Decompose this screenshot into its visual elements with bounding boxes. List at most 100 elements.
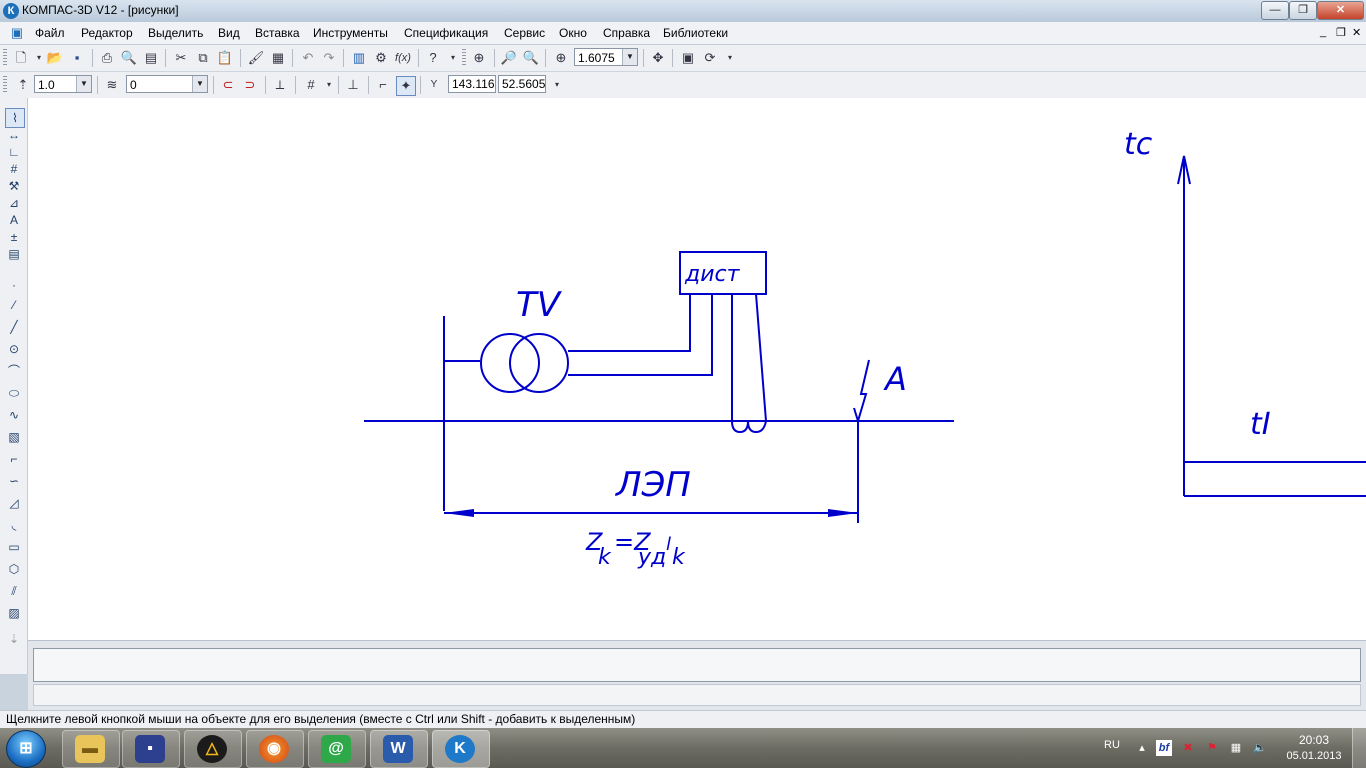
taskbar-firefox[interactable]: ◉ [246, 730, 304, 768]
equidistant-tool-icon[interactable]: ⫽ [5, 582, 23, 600]
menu-tools[interactable]: Инструменты [313, 26, 388, 40]
save-icon[interactable]: ▪ [68, 49, 86, 67]
drawing-canvas[interactable]: TV дист A ЛЭП Z k =Z уд l k tc tI [28, 98, 1366, 640]
more-tools-icon[interactable]: ⇣ [5, 630, 23, 648]
pan-icon[interactable]: ✥ [649, 49, 667, 67]
chevron-down-icon[interactable]: ▼ [622, 49, 637, 65]
rectangle-tool-icon[interactable]: ▭ [5, 538, 23, 556]
refresh-icon[interactable]: ▣ [679, 49, 697, 67]
toolbar-overflow-icon-2[interactable]: ▾ [721, 49, 739, 67]
print-setup-icon[interactable]: ▤ [142, 49, 160, 67]
auxiliary-line-icon[interactable]: ⁄ [5, 296, 23, 314]
ortho-icon[interactable]: ⟂ [271, 76, 289, 94]
segment-tool-icon[interactable]: ╱ [5, 318, 23, 336]
cut-icon[interactable]: ✂ [172, 49, 190, 67]
menu-file[interactable]: Файл [35, 26, 65, 40]
layer-combo[interactable]: 0 ▼ [126, 75, 208, 93]
toolbar-grip-3[interactable] [3, 76, 7, 94]
print-preview-icon[interactable]: 🔍 [120, 49, 138, 67]
start-button[interactable]: ⊞ [6, 730, 46, 768]
properties-bar-secondary[interactable] [33, 684, 1361, 706]
doc-close-button[interactable]: ✕ [1352, 26, 1361, 39]
menu-editor[interactable]: Редактор [81, 26, 133, 40]
new-document-icon[interactable]: 🗋 [12, 49, 30, 67]
open-icon[interactable]: 📂 [46, 49, 64, 67]
language-indicator[interactable]: RU [1104, 739, 1120, 751]
redo-icon[interactable]: ↷ [320, 49, 338, 67]
bezier-tool-icon[interactable]: ∽ [5, 472, 23, 490]
parametric-mode-icon[interactable]: ✦ [396, 76, 416, 96]
layer-icon[interactable]: ≋ [103, 76, 121, 94]
libraries-icon[interactable]: ⚙ [372, 49, 390, 67]
circle-tool-icon[interactable]: ⊙ [5, 340, 23, 358]
fillet-tool-icon[interactable]: ◟ [5, 516, 23, 534]
properties-bar[interactable] [33, 648, 1361, 682]
spec-tool-icon[interactable]: ± [5, 228, 23, 246]
doc-restore-button[interactable]: ❐ [1336, 26, 1346, 39]
minimize-button[interactable]: — [1261, 1, 1289, 20]
hatch-tool-icon[interactable]: ▧ [5, 428, 23, 446]
taskbar-explorer[interactable]: ▬ [62, 730, 120, 768]
network-icon[interactable]: ▦ [1228, 740, 1244, 756]
point-tool-icon[interactable]: · [5, 276, 23, 294]
ellipse-tool-icon[interactable]: ⬭ [5, 384, 23, 402]
grid-dropdown-icon[interactable]: ▾ [320, 76, 338, 94]
menu-select[interactable]: Выделить [148, 26, 203, 40]
manager-icon[interactable]: ▥ [350, 49, 368, 67]
dimensions-tool-icon[interactable]: ↔ [5, 126, 23, 144]
fill-tool-icon[interactable]: ▨ [5, 604, 23, 622]
tray-app-icon[interactable]: bf [1156, 740, 1172, 756]
document-menu-icon[interactable]: ▣ [8, 24, 26, 42]
redraw-icon[interactable]: ⟳ [701, 49, 719, 67]
zoom-scale-icon[interactable]: ⊕ [552, 49, 570, 67]
zoom-in-icon[interactable]: 🔎 [500, 49, 518, 67]
taskbar-save-disk[interactable]: ▪ [122, 730, 180, 768]
chevron-down-icon[interactable]: ▼ [76, 76, 91, 92]
chamfer-tool-icon[interactable]: ◿ [5, 494, 23, 512]
menu-view[interactable]: Вид [218, 26, 240, 40]
zoom-scale-combo[interactable]: 1.6075 ▼ [574, 48, 638, 66]
menu-insert[interactable]: Вставка [255, 26, 300, 40]
tray-security-icon[interactable]: ✖ [1180, 740, 1196, 756]
taskbar-mail-agent[interactable]: @ [308, 730, 366, 768]
close-button[interactable]: ✕ [1317, 1, 1364, 20]
zoom-out-icon[interactable]: 🔍 [522, 49, 540, 67]
polyline-tool-icon[interactable]: ⌐ [5, 450, 23, 468]
taskbar-kompas[interactable]: K [432, 730, 490, 768]
step-cursor-icon[interactable]: ⇡ [14, 76, 32, 94]
designations-tool-icon[interactable]: ∟ [5, 143, 23, 161]
title-bar[interactable] [0, 0, 1366, 23]
menu-specification[interactable]: Спецификация [404, 26, 488, 40]
taskbar-word[interactable]: W [370, 730, 428, 768]
local-snap-icon[interactable]: ⊃ [241, 76, 259, 94]
paste-icon[interactable]: 📋 [216, 49, 234, 67]
help-pointer-icon[interactable]: ? [424, 49, 442, 67]
drawing-svg[interactable]: TV дист A ЛЭП Z k =Z уд l k tc tI [28, 98, 1366, 640]
local-cs-icon[interactable]: ⊥ [344, 76, 362, 94]
kompas-app-icon[interactable]: К [3, 3, 19, 19]
editing-tool-icon[interactable]: # [5, 160, 23, 178]
copy-icon[interactable]: ⧉ [194, 49, 212, 67]
geometry-tool-icon[interactable]: ⌇ [5, 108, 25, 128]
polygon-tool-icon[interactable]: ⬡ [5, 560, 23, 578]
formula-icon[interactable]: f(x) [394, 49, 412, 67]
selection-tool-icon[interactable]: A [5, 211, 23, 229]
arc-tool-icon[interactable]: ⌒ [5, 362, 23, 380]
clock-date[interactable]: 05.01.2013 [1286, 750, 1342, 762]
toolbar-grip[interactable] [3, 49, 7, 67]
volume-icon[interactable]: 🔈 [1252, 740, 1268, 756]
x-coordinate-field[interactable]: 143.116 [448, 75, 496, 93]
chevron-down-icon[interactable]: ▼ [192, 76, 207, 92]
parametrization-tool-icon[interactable]: ⚒ [5, 177, 23, 195]
menu-help[interactable]: Справка [603, 26, 650, 40]
doc-minimize-button[interactable]: _ [1320, 26, 1326, 38]
maximize-button[interactable]: ❐ [1289, 1, 1317, 20]
tray-flag-icon[interactable]: ⚑ [1204, 740, 1220, 756]
ortho-mode-icon[interactable]: ⌐ [374, 76, 392, 94]
taskbar-warning-app[interactable]: △ [184, 730, 242, 768]
toolbar-grip-2[interactable] [462, 49, 466, 67]
toolbar-overflow-icon[interactable]: ▾ [444, 49, 462, 67]
menu-window[interactable]: Окно [559, 26, 587, 40]
cursor-step-combo[interactable]: 1.0 ▼ [34, 75, 92, 93]
properties-icon[interactable]: ▦ [269, 49, 287, 67]
